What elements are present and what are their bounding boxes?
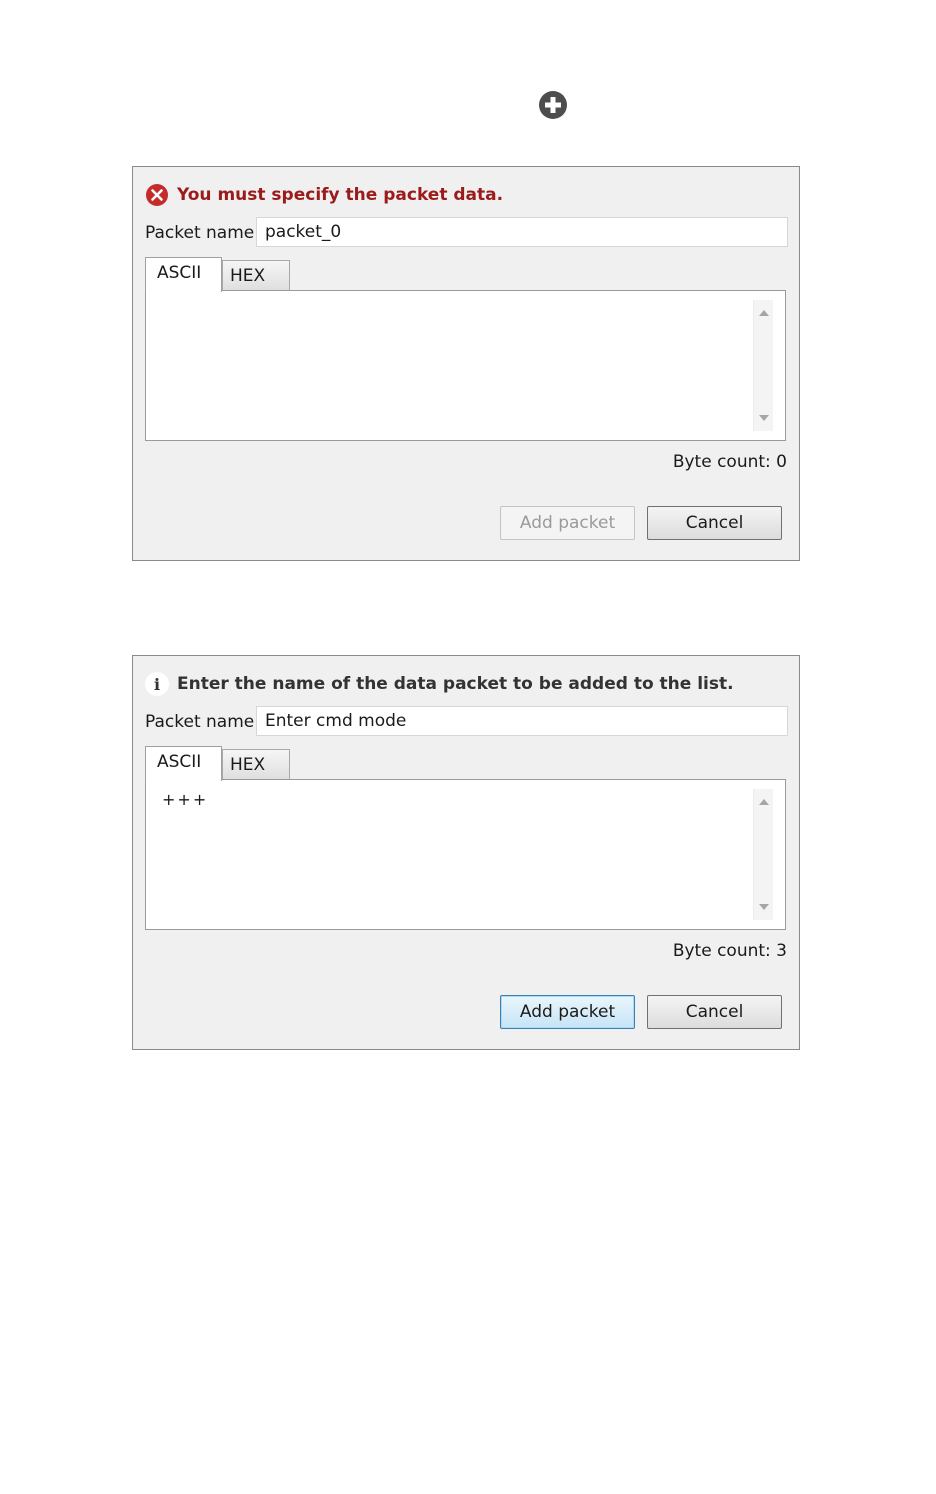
info-message-text: Enter the name of the data packet to be … (177, 674, 734, 694)
vertical-scrollbar[interactable] (753, 789, 773, 920)
packet-data-text: +++ (162, 790, 209, 809)
packet-name-input[interactable]: packet_0 (256, 217, 788, 247)
add-circle-icon[interactable] (538, 90, 568, 120)
tab-hex[interactable]: HEX (222, 749, 290, 780)
info-message: i Enter the name of the data packet to b… (145, 670, 734, 698)
add-packet-button: Add packet (500, 506, 635, 540)
tab-ascii[interactable]: ASCII (145, 746, 222, 781)
packet-data-textarea[interactable]: +++ (145, 779, 786, 930)
packet-name-label: Packet name (145, 712, 255, 732)
byte-count: Byte count: 0 (672, 452, 787, 472)
error-message-text: You must specify the packet data. (177, 185, 504, 205)
packet-name-label: Packet name (145, 223, 255, 243)
cancel-button[interactable]: Cancel (647, 995, 782, 1029)
add-packet-dialog-error: You must specify the packet data. Packet… (132, 166, 800, 561)
add-packet-dialog-valid: i Enter the name of the data packet to b… (132, 655, 800, 1050)
add-packet-button[interactable]: Add packet (500, 995, 635, 1029)
scroll-up-arrow-icon[interactable] (759, 799, 769, 805)
error-message: You must specify the packet data. (145, 181, 503, 209)
scroll-down-arrow-icon[interactable] (759, 904, 769, 910)
byte-count: Byte count: 3 (672, 941, 787, 961)
tab-hex[interactable]: HEX (222, 260, 290, 291)
scroll-down-arrow-icon[interactable] (759, 415, 769, 421)
packet-data-textarea[interactable] (145, 290, 786, 441)
cancel-button[interactable]: Cancel (647, 506, 782, 540)
error-icon (146, 184, 168, 206)
tab-ascii[interactable]: ASCII (145, 257, 222, 292)
vertical-scrollbar[interactable] (753, 300, 773, 431)
packet-name-input[interactable]: Enter cmd mode (256, 706, 788, 736)
scroll-up-arrow-icon[interactable] (759, 310, 769, 316)
info-icon: i (145, 672, 169, 696)
